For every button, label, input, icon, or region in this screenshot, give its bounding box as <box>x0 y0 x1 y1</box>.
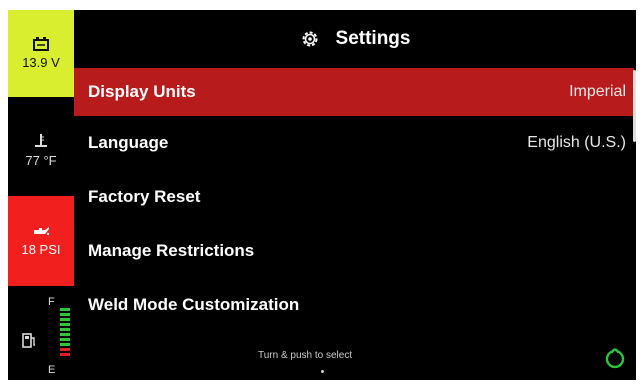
menu-item-label: Weld Mode Customization <box>88 295 300 314</box>
fuel-level-segment <box>60 323 70 326</box>
menu-item-value: Imperial <box>569 83 626 100</box>
menu-scrollbar[interactable] <box>633 70 636 142</box>
menu-item-display-units[interactable]: Display Units Imperial <box>74 68 634 116</box>
fuel-level-segment <box>60 333 70 336</box>
menu-item-weld-mode-customization[interactable]: Weld Mode Customization <box>74 278 634 332</box>
battery-icon <box>33 37 49 51</box>
settings-menu: Display Units Imperial Language English … <box>74 68 634 332</box>
display-screen: 13.9 V 77 °F 18 PSI F E Settings Display… <box>8 10 636 380</box>
menu-item-value: English (U.S.) <box>527 134 626 151</box>
page-indicator-dot <box>321 370 324 373</box>
fuel-gauge: F E <box>8 294 74 380</box>
menu-item-factory-reset[interactable]: Factory Reset <box>74 170 634 224</box>
menu-item-manage-restrictions[interactable]: Manage Restrictions <box>74 224 634 278</box>
fuel-level-segment <box>60 353 70 356</box>
page-title: Settings <box>335 28 411 49</box>
menu-item-label: Display Units <box>88 82 196 101</box>
temperature-status-tile: 77 °F <box>8 110 74 190</box>
fuel-empty-label: E <box>48 364 56 376</box>
fuel-level-bars <box>60 308 70 356</box>
navigation-hint: Turn & push to select <box>258 350 353 361</box>
battery-status-tile: 13.9 V <box>8 10 74 97</box>
fuel-level-segment <box>60 308 70 311</box>
power-icon[interactable] <box>604 346 626 370</box>
status-sidebar: 13.9 V 77 °F 18 PSI F E <box>8 10 74 380</box>
battery-voltage: 13.9 V <box>22 55 60 70</box>
menu-item-label: Manage Restrictions <box>88 241 255 260</box>
menu-item-label: Factory Reset <box>88 187 201 206</box>
fuel-pump-icon <box>22 333 35 348</box>
gear-icon <box>302 31 318 47</box>
thermometer-icon <box>35 133 47 147</box>
fuel-level-segment <box>60 328 70 331</box>
coolant-temperature: 77 °F <box>25 152 57 168</box>
fuel-level-segment <box>60 313 70 316</box>
fuel-level-segment <box>60 318 70 321</box>
fuel-level-segment <box>60 348 70 351</box>
oil-pressure-status-tile: 18 PSI <box>8 196 74 286</box>
settings-header: Settings <box>74 10 636 68</box>
menu-item-language[interactable]: Language English (U.S.) <box>74 116 634 170</box>
fuel-full-label: F <box>48 296 55 308</box>
oil-pressure-value: 18 PSI <box>21 241 61 257</box>
oil-can-icon <box>34 226 50 235</box>
fuel-level-segment <box>60 338 70 341</box>
menu-item-label: Language <box>88 133 169 152</box>
fuel-level-segment <box>60 343 70 346</box>
